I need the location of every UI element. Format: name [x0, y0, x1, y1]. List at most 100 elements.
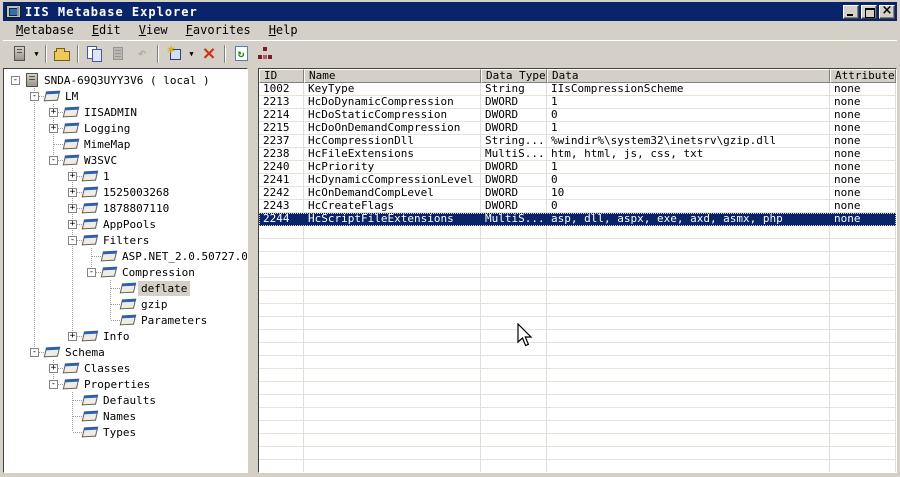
tree-item-label: SNDA-69Q3UYY3V6 ( local ): [44, 73, 210, 87]
table-row[interactable]: [259, 408, 896, 421]
table-row[interactable]: [259, 447, 896, 460]
table-row[interactable]: [259, 356, 896, 369]
new-key-button[interactable]: [162, 43, 186, 65]
table-row[interactable]: [259, 382, 896, 395]
connect-server-button[interactable]: [7, 43, 31, 65]
table-row[interactable]: 2237 HcCompressionDll String... %windir%\sy…: [259, 135, 896, 148]
tree-item-parameters[interactable]: Parameters: [6, 312, 247, 328]
tree-item-gzip[interactable]: gzip: [6, 296, 247, 312]
tree-item-1878807110[interactable]: +1878807110: [6, 200, 247, 216]
tree-guide: [6, 312, 25, 328]
tree-item-classes[interactable]: + Classes: [6, 360, 247, 376]
tree-connector: -: [44, 152, 63, 168]
hierarchy-icon: [258, 47, 272, 60]
table-row[interactable]: [259, 369, 896, 382]
table-cell: none: [830, 148, 896, 161]
column-header-data-type[interactable]: Data Type: [481, 69, 547, 83]
table-row[interactable]: [259, 265, 896, 278]
table-cell: HcDoStaticCompression: [304, 109, 481, 122]
expand-icon[interactable]: +: [68, 220, 77, 229]
tree-item-lm[interactable]: - LM: [6, 88, 247, 104]
tree-item-asp-net-2-0-50727-0[interactable]: ASP.NET_2.0.50727.0: [6, 248, 247, 264]
tree-item-mimemap[interactable]: MimeMap: [6, 136, 247, 152]
table-row[interactable]: 2215 HcDoOnDemandCompression DWORD 1 none: [259, 122, 896, 135]
menu-view[interactable]: View: [130, 22, 177, 39]
tree-item-types[interactable]: Types: [6, 424, 247, 440]
pane-splitter[interactable]: [248, 68, 258, 473]
tree-item-iisadmin[interactable]: + IISADMIN: [6, 104, 247, 120]
table-row[interactable]: 2243 HcCreateFlags DWORD 0 none: [259, 200, 896, 213]
expand-icon[interactable]: +: [49, 108, 58, 117]
expand-icon[interactable]: +: [68, 172, 77, 181]
table-row[interactable]: [259, 239, 896, 252]
table-cell: [259, 408, 304, 421]
collapse-icon[interactable]: -: [30, 348, 39, 357]
tree-item-w3svc[interactable]: - W3SVC: [6, 152, 247, 168]
table-row[interactable]: [259, 395, 896, 408]
expand-icon[interactable]: +: [68, 332, 77, 341]
column-header-name[interactable]: Name: [304, 69, 481, 83]
table-row[interactable]: 2213 HcDoDynamicCompression DWORD 1 none: [259, 96, 896, 109]
table-row[interactable]: [259, 460, 896, 472]
connect-server-button-dropdown[interactable]: ▼: [31, 43, 42, 65]
collapse-icon[interactable]: -: [87, 268, 96, 277]
collapse-icon[interactable]: -: [30, 92, 39, 101]
refresh-button[interactable]: [229, 43, 253, 65]
menu-favorites[interactable]: Favorites: [177, 22, 260, 39]
table-row[interactable]: [259, 278, 896, 291]
new-key-button-dropdown[interactable]: ▼: [186, 43, 197, 65]
tree-item-deflate[interactable]: deflate: [6, 280, 247, 296]
table-row[interactable]: [259, 421, 896, 434]
expand-icon[interactable]: +: [49, 364, 58, 373]
table-row[interactable]: 2238 HcFileExtensions MultiS... htm, html, …: [259, 148, 896, 161]
tree-item-apppools[interactable]: + AppPools: [6, 216, 247, 232]
tree-guide: [6, 408, 25, 424]
menu-metabase[interactable]: Metabase: [7, 22, 83, 39]
hierarchy-view-button[interactable]: [253, 43, 277, 65]
column-header-attributes[interactable]: Attributes: [830, 69, 896, 83]
copy-button[interactable]: [82, 43, 106, 65]
collapse-icon[interactable]: -: [49, 156, 58, 165]
tree-item-schema[interactable]: - Schema: [6, 344, 247, 360]
expand-icon[interactable]: +: [49, 124, 58, 133]
tree-item-1[interactable]: +1: [6, 168, 247, 184]
tree-item-compression[interactable]: - Compression: [6, 264, 247, 280]
collapse-icon[interactable]: -: [68, 236, 77, 245]
table-row[interactable]: [259, 252, 896, 265]
menu-help[interactable]: Help: [260, 22, 307, 39]
tree-item-properties[interactable]: - Properties: [6, 376, 247, 392]
tree-item-info[interactable]: + Info: [6, 328, 247, 344]
maximize-button[interactable]: [861, 4, 877, 19]
tree-item-filters[interactable]: - Filters: [6, 232, 247, 248]
title-bar: IIS Metabase Explorer: [3, 2, 897, 21]
table-row[interactable]: 2244 HcScriptFileExtensions MultiS... asp, …: [259, 213, 896, 226]
column-header-data[interactable]: Data: [547, 69, 830, 83]
table-row[interactable]: 2214 HcDoStaticCompression DWORD 0 none: [259, 109, 896, 122]
table-row[interactable]: [259, 304, 896, 317]
table-row[interactable]: [259, 317, 896, 330]
close-button[interactable]: [879, 3, 895, 19]
open-button[interactable]: [50, 43, 74, 65]
delete-button[interactable]: ×: [197, 43, 221, 65]
table-row[interactable]: 2240 HcPriority DWORD 1 none: [259, 161, 896, 174]
table-row[interactable]: [259, 434, 896, 447]
table-row[interactable]: 2242 HcOnDemandCompLevel DWORD 10 none: [259, 187, 896, 200]
tree-item-1525003268[interactable]: +1525003268: [6, 184, 247, 200]
collapse-icon[interactable]: -: [49, 380, 58, 389]
menu-edit[interactable]: Edit: [83, 22, 130, 39]
tree-item-defaults[interactable]: Defaults: [6, 392, 247, 408]
table-row[interactable]: [259, 291, 896, 304]
expand-icon[interactable]: +: [68, 204, 77, 213]
table-row[interactable]: [259, 330, 896, 343]
column-header-id[interactable]: ID: [259, 69, 304, 83]
table-row[interactable]: 2241 HcDynamicCompressionLevel DWORD 0 none: [259, 174, 896, 187]
table-row[interactable]: [259, 343, 896, 356]
table-row[interactable]: [259, 226, 896, 239]
expand-icon[interactable]: +: [68, 188, 77, 197]
collapse-icon[interactable]: -: [11, 76, 20, 85]
minimize-button[interactable]: [843, 4, 859, 19]
tree-item-snda-69q3uyy3v6-local-[interactable]: - SNDA-69Q3UYY3V6 ( local ): [6, 72, 247, 88]
tree-item-logging[interactable]: + Logging: [6, 120, 247, 136]
tree-item-names[interactable]: Names: [6, 408, 247, 424]
table-row[interactable]: 1002 KeyType String IIsCompressionScheme non…: [259, 83, 896, 96]
